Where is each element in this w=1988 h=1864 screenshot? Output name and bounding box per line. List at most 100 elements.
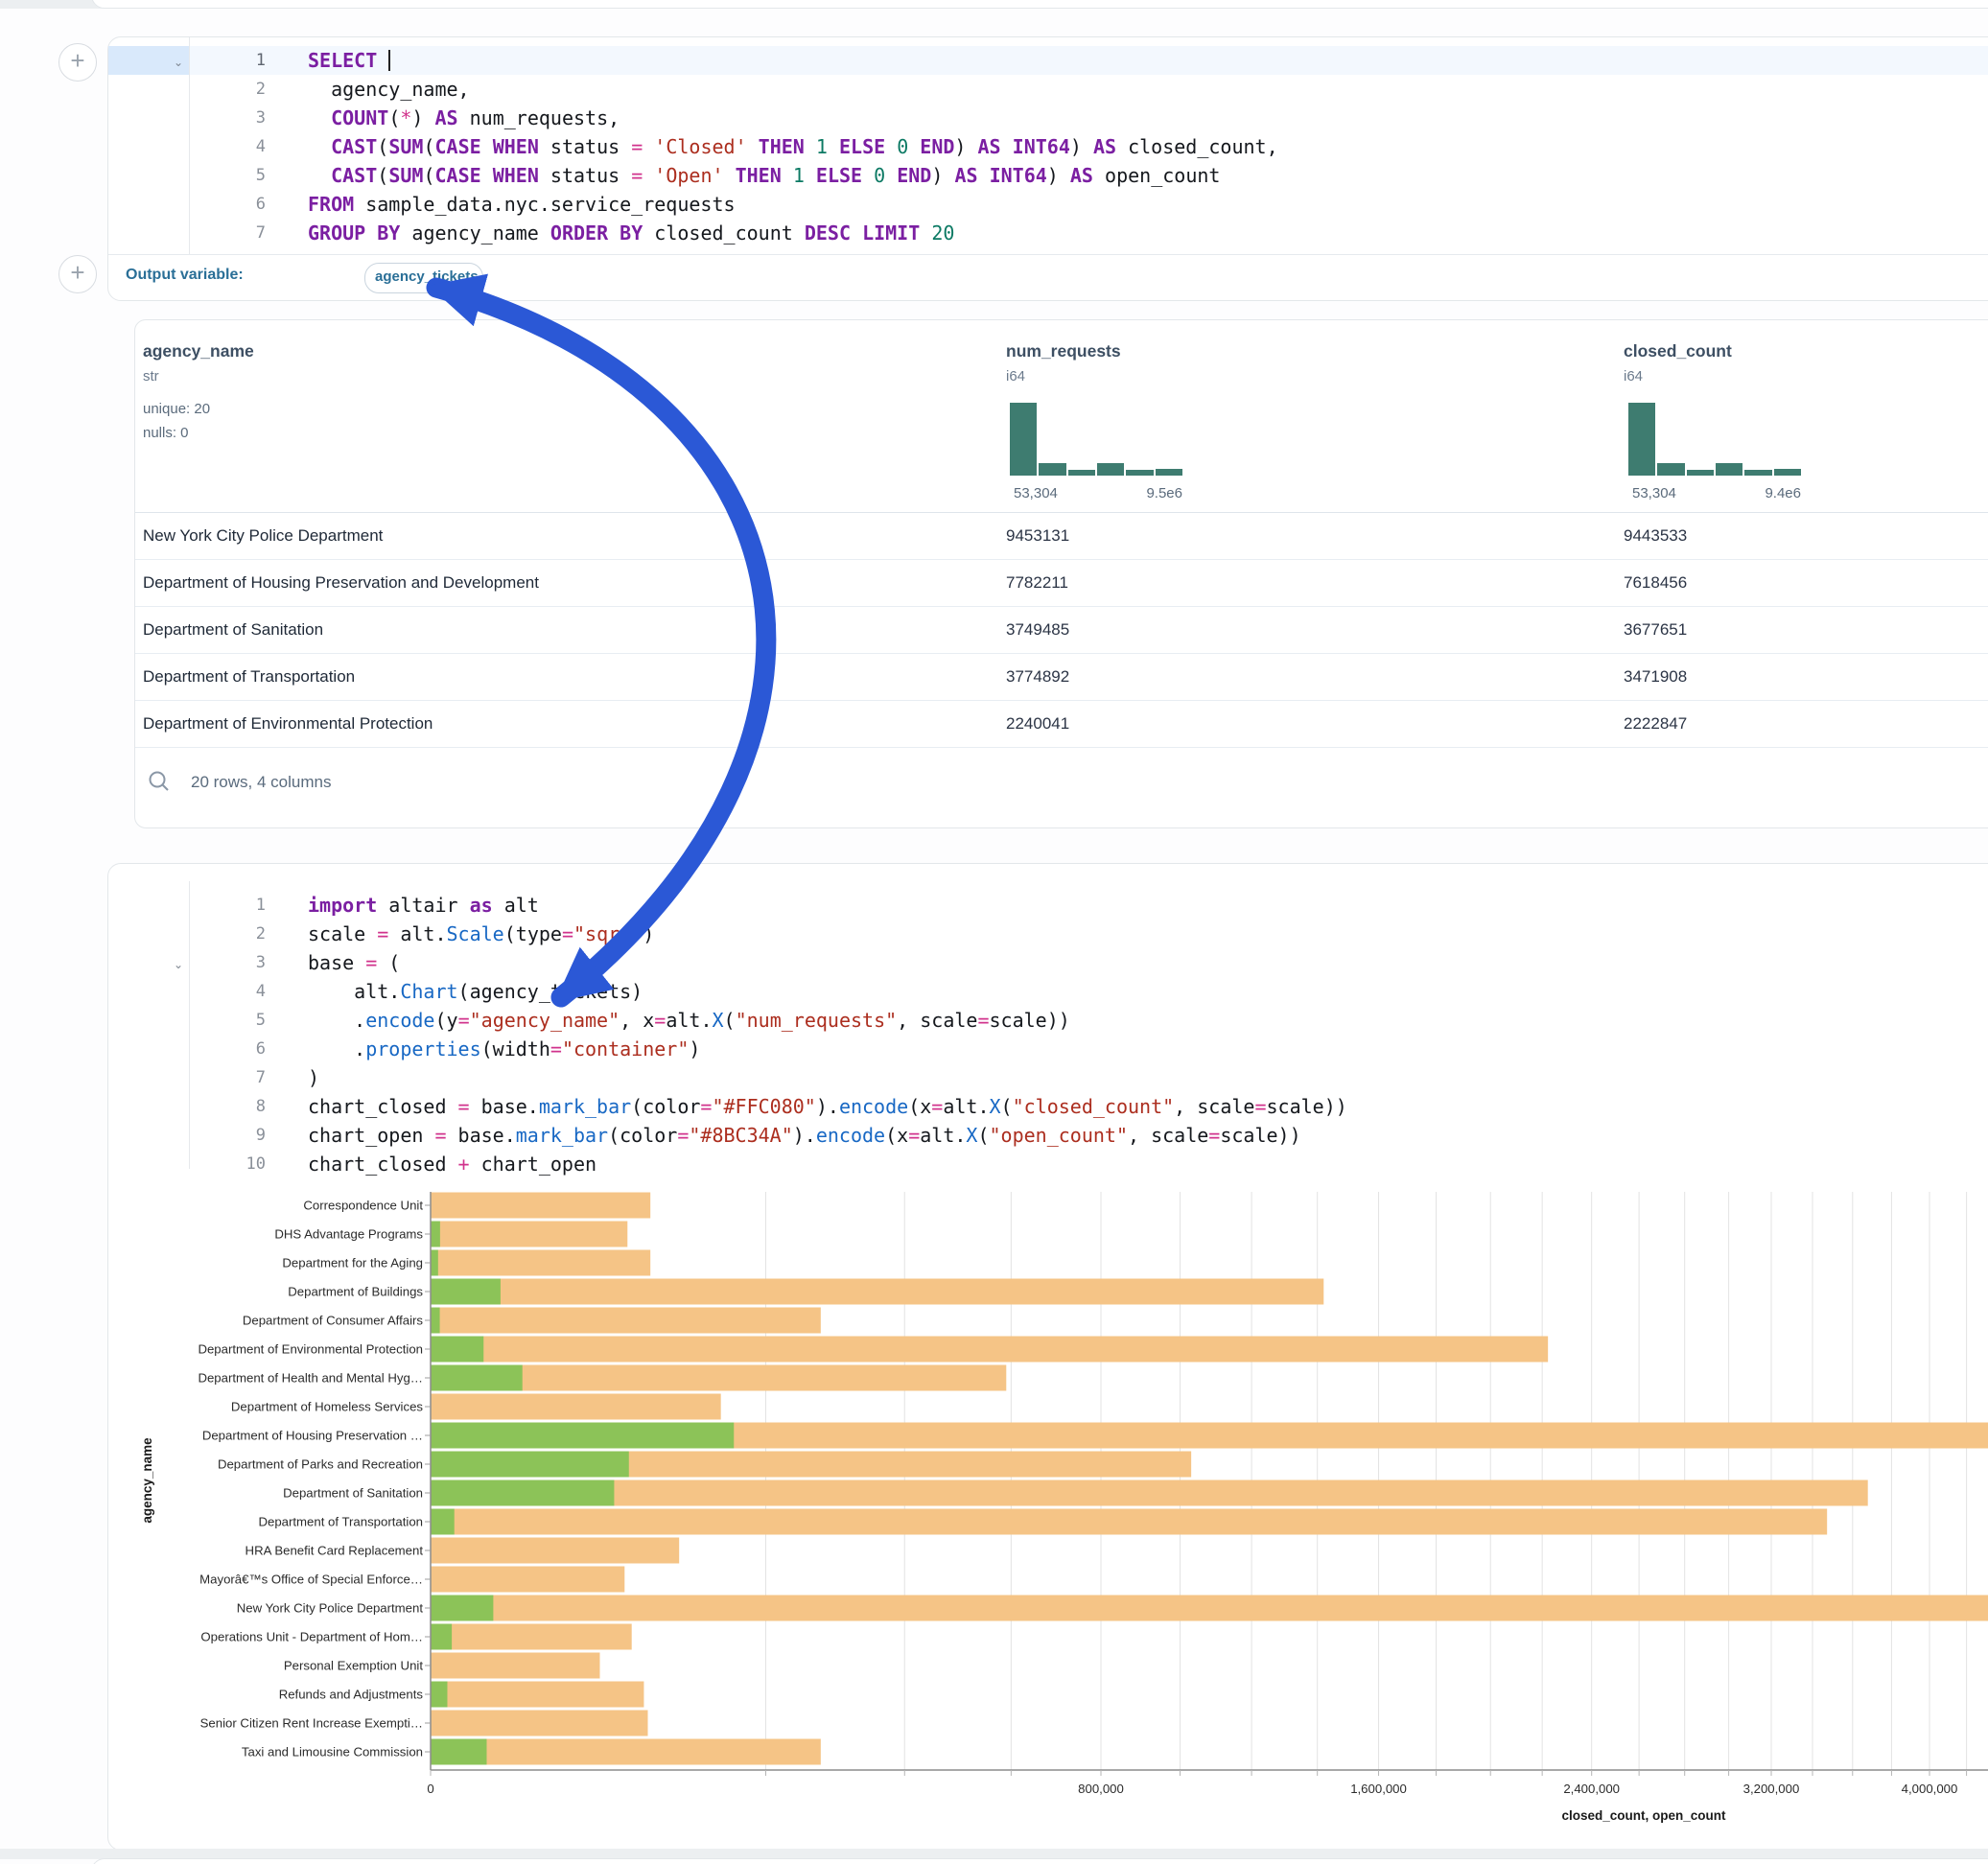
search-icon[interactable]	[147, 769, 172, 794]
gutter-separator	[189, 37, 190, 254]
code-line[interactable]: CAST(SUM(CASE WHEN status = 'Open' THEN …	[308, 161, 1220, 190]
code-line[interactable]: .properties(width="container")	[308, 1035, 700, 1063]
line-number: 8	[216, 1092, 266, 1121]
y-axis-label: Department of Environmental Protection	[198, 1342, 423, 1357]
code-line[interactable]: scale = alt.Scale(type="sqrt")	[308, 920, 654, 948]
column-header[interactable]: num_requests	[1006, 341, 1121, 361]
y-axis-label: Department for the Aging	[282, 1256, 423, 1270]
line-number: 10	[216, 1150, 266, 1178]
open-count-bar	[431, 1624, 452, 1650]
column-type: i64	[1624, 368, 1643, 384]
open-count-bar	[431, 1682, 447, 1708]
code-line[interactable]: SELECT	[308, 46, 390, 75]
histogram-max-label: 9.5e6	[1010, 485, 1182, 501]
x-axis-label: 3,200,000	[1743, 1782, 1800, 1796]
y-axis-title: agency_name	[140, 1437, 154, 1524]
open-count-bar	[431, 1222, 440, 1247]
column-histogram	[1628, 403, 1801, 476]
result-table-card: agency_namestrunique: 20nulls: 0num_requ…	[134, 319, 1988, 828]
code-line[interactable]: GROUP BY agency_name ORDER BY closed_cou…	[308, 219, 954, 247]
open-count-bar	[431, 1279, 501, 1305]
next-cell-card-fragment	[91, 1858, 1988, 1864]
add-cell-button[interactable]: +	[58, 43, 97, 82]
code-line[interactable]: .encode(y="agency_name", x=alt.X("num_re…	[308, 1006, 1070, 1035]
open-count-bar	[431, 1308, 440, 1334]
notebook-page: { "add_cell_button": "+", "sql_cell": { …	[0, 0, 1988, 1864]
open-count-bar	[431, 1365, 523, 1391]
y-axis-label: Department of Consumer Affairs	[243, 1314, 424, 1328]
open-count-bar	[431, 1509, 455, 1535]
line-number: 6	[216, 190, 266, 219]
open-count-bar	[431, 1423, 734, 1449]
output-variable-bar: Output variable: agency_tickets	[108, 254, 1988, 300]
open-count-bar	[431, 1596, 493, 1621]
line-number: 5	[216, 1006, 266, 1035]
gutter-separator	[189, 881, 190, 1169]
closed-count-bar	[431, 1394, 721, 1420]
open-count-bar	[431, 1250, 438, 1276]
add-cell-button[interactable]: +	[58, 255, 97, 293]
closed-count-bar	[431, 1596, 1988, 1621]
histogram-max-label: 9.4e6	[1628, 485, 1801, 501]
line-number: 1	[216, 46, 266, 75]
sql-cell-card: 1⌄SELECT 2 agency_name,3 COUNT(*) AS num…	[107, 36, 1988, 301]
line-number: 4	[216, 977, 266, 1006]
open-count-bar	[431, 1480, 614, 1506]
line-number: 5	[216, 161, 266, 190]
y-axis-label: Department of Homeless Services	[231, 1400, 423, 1414]
code-line[interactable]: COUNT(*) AS num_requests,	[308, 104, 620, 132]
code-line[interactable]: import altair as alt	[308, 891, 539, 920]
column-header[interactable]: agency_name	[143, 341, 254, 361]
closed-count-bar	[431, 1193, 650, 1219]
code-line[interactable]: base = (	[308, 948, 400, 977]
column-histogram	[1010, 403, 1182, 476]
fold-chevron-icon[interactable]: ⌄	[174, 48, 189, 77]
bar-chart[interactable]: Correspondence Unit DHS Advantage Program…	[108, 1178, 1988, 1840]
y-axis-label: Senior Citizen Rent Increase Exempti…	[200, 1716, 423, 1731]
y-axis-label: HRA Benefit Card Replacement	[246, 1544, 424, 1558]
y-axis-label: Department of Housing Preservation …	[202, 1429, 423, 1443]
line-number: 7	[216, 219, 266, 247]
closed-count-bar	[431, 1739, 821, 1765]
y-axis-label: Correspondence Unit	[303, 1199, 423, 1213]
column-type: i64	[1006, 368, 1025, 384]
code-line[interactable]: FROM sample_data.nyc.service_requests	[308, 190, 736, 219]
y-axis-label: Mayorâ€™s Office of Special Enforce…	[199, 1573, 423, 1587]
line-number: 9	[216, 1121, 266, 1150]
closed-count-bar	[431, 1682, 643, 1708]
code-line[interactable]: chart_closed + chart_open	[308, 1150, 596, 1178]
open-count-bar	[431, 1337, 483, 1363]
line-number: 3	[216, 104, 266, 132]
closed-count-bar	[431, 1567, 624, 1593]
output-variable-label: Output variable:	[126, 267, 244, 284]
code-line[interactable]: CAST(SUM(CASE WHEN status = 'Closed' THE…	[308, 132, 1278, 161]
code-line[interactable]: )	[308, 1063, 319, 1092]
output-variable-pill[interactable]: agency_tickets	[364, 263, 483, 293]
y-axis-label: Taxi and Limousine Commission	[242, 1745, 423, 1759]
open-count-bar	[431, 1739, 486, 1765]
column-type: str	[143, 368, 159, 384]
code-line[interactable]: chart_open = base.mark_bar(color="#8BC34…	[308, 1121, 1301, 1150]
line-number: 4	[216, 132, 266, 161]
closed-count-bar	[431, 1308, 821, 1334]
code-line[interactable]: alt.Chart(agency_tickets)	[308, 977, 643, 1006]
line-number: 3	[216, 948, 266, 977]
closed-count-bar	[431, 1279, 1323, 1305]
x-axis-label: 4,000,000	[1902, 1782, 1958, 1796]
x-axis-label: 800,000	[1078, 1782, 1124, 1796]
y-axis-label: Refunds and Adjustments	[279, 1688, 424, 1702]
row-count-label: 20 rows, 4 columns	[191, 773, 331, 792]
closed-count-bar	[431, 1624, 632, 1650]
text-cursor	[388, 50, 390, 71]
x-axis-label: 0	[427, 1782, 433, 1796]
y-axis-label: DHS Advantage Programs	[274, 1227, 423, 1242]
line-number: 6	[216, 1035, 266, 1063]
y-axis-label: Personal Exemption Unit	[284, 1659, 423, 1673]
x-axis-title: closed_count, open_count	[1561, 1808, 1726, 1823]
closed-count-bar	[431, 1653, 599, 1679]
code-line[interactable]: chart_closed = base.mark_bar(color="#FFC…	[308, 1092, 1347, 1121]
code-line[interactable]: agency_name,	[308, 75, 470, 104]
column-header[interactable]: closed_count	[1624, 341, 1732, 361]
fold-chevron-icon[interactable]: ⌄	[174, 950, 189, 979]
closed-count-bar	[431, 1480, 1868, 1506]
